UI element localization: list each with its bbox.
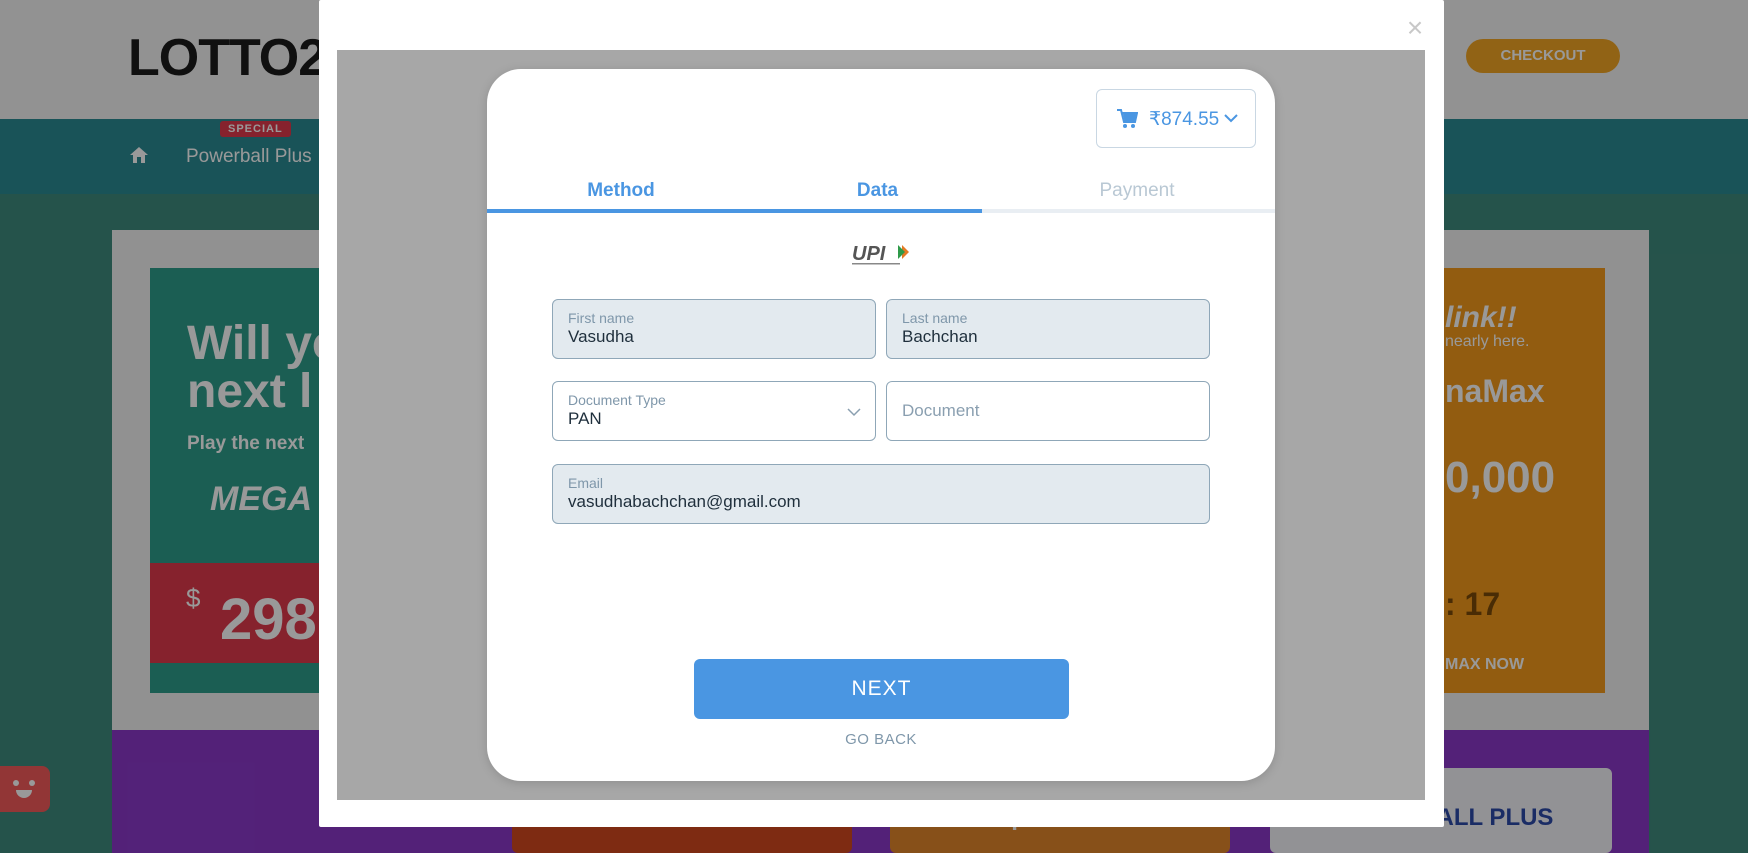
- document-type-label: Document Type: [568, 392, 666, 408]
- last-name-label: Last name: [902, 310, 968, 326]
- cart-icon: [1117, 109, 1138, 128]
- next-button[interactable]: NEXT: [694, 659, 1069, 719]
- first-name-value: Vasudha: [568, 327, 634, 346]
- go-back-link[interactable]: GO BACK: [826, 731, 936, 748]
- email-value: vasudhabachchan@gmail.com: [568, 492, 801, 511]
- tab-method[interactable]: Method: [560, 180, 682, 202]
- last-name-field[interactable]: Last name Bachchan: [886, 299, 1210, 359]
- close-icon[interactable]: ×: [1403, 14, 1427, 42]
- upi-logo-text: UPI: [852, 243, 886, 265]
- email-field[interactable]: Email vasudhabachchan@gmail.com: [552, 464, 1210, 524]
- email-label: Email: [568, 475, 604, 491]
- step-progress-track: [487, 209, 1275, 213]
- tab-payment: Payment: [1099, 180, 1175, 201]
- tab-data[interactable]: Data: [820, 180, 935, 202]
- document-field[interactable]: Document: [886, 381, 1210, 441]
- step-progress-fill: [487, 209, 983, 213]
- document-type-value: PAN: [568, 409, 602, 428]
- chevron-down-icon: [847, 408, 861, 417]
- cart-amount: ₹874.55: [1149, 109, 1220, 130]
- document-type-select[interactable]: Document Type PAN: [552, 381, 876, 441]
- first-name-field[interactable]: First name Vasudha: [552, 299, 876, 359]
- upi-logo: UPI: [852, 243, 909, 265]
- document-placeholder: Document: [902, 401, 980, 420]
- first-name-label: First name: [568, 310, 635, 326]
- last-name-value: Bachchan: [902, 327, 978, 346]
- cart-summary-button[interactable]: ₹874.55: [1096, 89, 1256, 148]
- chevron-down-icon: [1224, 114, 1238, 123]
